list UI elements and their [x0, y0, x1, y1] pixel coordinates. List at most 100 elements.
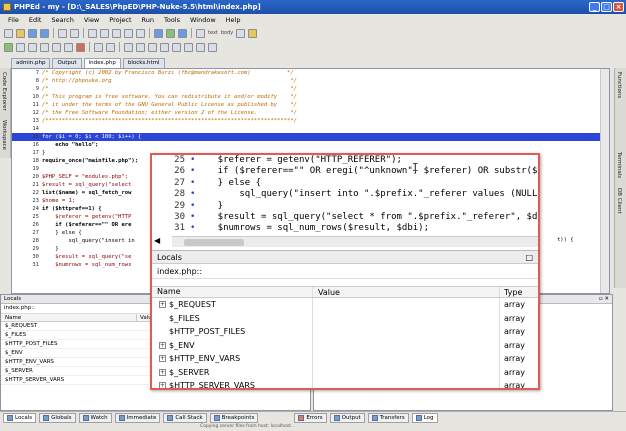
run-icon[interactable]	[4, 42, 13, 52]
menu-project[interactable]: Project	[109, 16, 131, 24]
save-all-icon[interactable]	[40, 28, 49, 38]
btab-transfers[interactable]: Transfers	[367, 412, 409, 423]
step-out-icon[interactable]	[64, 42, 73, 52]
expand-icon[interactable]: +	[159, 341, 166, 349]
popup-hscrollbar[interactable]	[172, 236, 538, 247]
minimize-button[interactable]: _	[589, 2, 600, 12]
code-line[interactable]: 15 for ($i = 0; $i < 100; $i++) {	[12, 133, 609, 141]
tab-admin-php[interactable]: admin.php	[11, 58, 51, 68]
popup-code-line[interactable]: 27 • } else {	[152, 178, 538, 189]
scroll-left-icon[interactable]: ◀	[154, 236, 160, 245]
col-name[interactable]: Name	[1, 314, 136, 321]
breakpoint-icon[interactable]	[76, 42, 85, 52]
terminals-tab[interactable]: Terminals	[616, 152, 622, 178]
indent-icon[interactable]	[124, 42, 133, 52]
code-line[interactable]: 9/* */	[12, 85, 609, 93]
grid-icon[interactable]	[172, 42, 181, 52]
menu-file[interactable]: File	[8, 16, 19, 24]
popup-code-line[interactable]: 29 • }	[152, 201, 538, 212]
expand-icon[interactable]: +	[159, 355, 166, 363]
tab-output[interactable]: Output	[52, 58, 82, 68]
locals-row[interactable]: + $_REQUEST array	[152, 298, 538, 312]
locals-row[interactable]: + $HTTP_SERVER_VARS array	[152, 379, 538, 388]
new-file-icon[interactable]	[4, 28, 13, 38]
maximize-button[interactable]: □	[601, 2, 612, 12]
terminal-icon[interactable]	[208, 42, 217, 52]
back-icon[interactable]	[94, 42, 103, 52]
step-over-icon[interactable]	[52, 42, 61, 52]
code-line[interactable]: 11/* it under the terms of the GNU Gener…	[12, 101, 609, 109]
popup-restore-icon[interactable]: □	[525, 251, 538, 263]
locals-row[interactable]: + $_SERVER array	[152, 365, 538, 379]
close-button[interactable]: ×	[613, 2, 624, 12]
code-explorer-tab[interactable]: Code Explorer	[1, 72, 7, 111]
menu-search[interactable]: Search	[51, 16, 73, 24]
popup-code-line[interactable]: 28 • sql_query("insert into ".$prefix."_r…	[152, 189, 538, 200]
code-line[interactable]: 14	[12, 125, 609, 133]
open-icon[interactable]	[16, 28, 25, 38]
menu-run[interactable]: Run	[142, 16, 154, 24]
panel-pin-icon[interactable]: ▫ ✕	[599, 295, 612, 303]
comment-icon[interactable]	[148, 42, 157, 52]
uncomment-icon[interactable]	[160, 42, 169, 52]
nav-back-icon[interactable]	[196, 28, 205, 38]
panel-icon[interactable]	[184, 42, 193, 52]
popup-code-line[interactable]: 31 • $numrows = sql_num_rows($result, $db…	[152, 223, 538, 234]
tools-icon[interactable]	[166, 28, 175, 38]
btab-errors[interactable]: Errors	[294, 412, 327, 423]
locals-row[interactable]: $HTTP_POST_FILES array	[152, 325, 538, 339]
table-icon[interactable]	[236, 28, 246, 38]
btab-breakpoints[interactable]: Breakpoints	[209, 412, 259, 423]
code-line[interactable]: 8/* http://phpnuke.org */	[12, 77, 609, 85]
btab-log[interactable]: Log	[411, 412, 438, 423]
btab-call-stack[interactable]: Call Stack	[163, 412, 207, 423]
pause-icon[interactable]	[16, 42, 25, 52]
menu-window[interactable]: Window	[190, 16, 216, 24]
find-icon[interactable]	[124, 28, 133, 38]
save-icon[interactable]	[28, 28, 37, 38]
popup-code-line[interactable]: 25 • $referer = getenv("HTTP_REFERER");	[152, 155, 538, 166]
expand-icon[interactable]: +	[159, 368, 166, 376]
popup-col-name[interactable]: Name	[152, 287, 312, 297]
expand-icon[interactable]: +	[159, 382, 166, 388]
layout-icon[interactable]	[178, 28, 187, 38]
step-into-icon[interactable]	[40, 42, 49, 52]
stop-icon[interactable]	[28, 42, 37, 52]
popup-col-value[interactable]: Value	[312, 287, 499, 297]
image-icon[interactable]	[248, 28, 258, 38]
outdent-icon[interactable]	[136, 42, 145, 52]
replace-icon[interactable]	[136, 28, 145, 38]
cut-icon[interactable]	[88, 28, 97, 38]
btab-locals[interactable]: Locals	[3, 412, 37, 423]
btab-watch[interactable]: Watch	[78, 412, 112, 423]
locals-row[interactable]: + $HTTP_ENV_VARS array	[152, 352, 538, 366]
code-line[interactable]: 13/*************************************…	[12, 117, 609, 125]
forward-icon[interactable]	[106, 42, 115, 52]
db-client-tab[interactable]: DB Client	[616, 188, 622, 214]
undo-icon[interactable]	[58, 28, 67, 38]
window-icon[interactable]	[196, 42, 205, 52]
popup-code-view[interactable]: 25 • $referer = getenv("HTTP_REFERER"); 26…	[152, 155, 538, 235]
redo-icon[interactable]	[70, 28, 79, 38]
paste-icon[interactable]	[112, 28, 121, 38]
menu-edit[interactable]: Edit	[29, 16, 42, 24]
menu-help[interactable]: Help	[226, 16, 241, 24]
popup-col-type[interactable]: Type	[499, 287, 538, 297]
tab-index-php[interactable]: index.php	[83, 58, 121, 68]
locals-row[interactable]: + $_ENV array	[152, 338, 538, 352]
btab-immediate[interactable]: Immediate	[114, 412, 161, 423]
btab-output[interactable]: Output	[329, 412, 365, 423]
popup-code-line[interactable]: 26 • if ($referer=="" OR eregi("^unknown"…	[152, 166, 538, 177]
tab-blocks-html[interactable]: blocks.html	[122, 58, 165, 68]
locals-row[interactable]: $_FILES array	[152, 311, 538, 325]
code-line[interactable]: 16 echo "hello";	[12, 141, 609, 149]
workspace-tab[interactable]: Workspace	[1, 120, 7, 150]
btab-globals[interactable]: Globals	[39, 412, 76, 423]
menu-tools[interactable]: Tools	[164, 16, 180, 24]
copy-icon[interactable]	[100, 28, 109, 38]
menu-view[interactable]: View	[84, 16, 99, 24]
code-line[interactable]: 7/* Copyright (c) 2002 by Francisco Burz…	[12, 69, 609, 77]
editor-scrollbar[interactable]	[600, 69, 609, 293]
monitor-icon[interactable]	[154, 28, 163, 38]
code-line[interactable]: 12/* the Free Software Foundation; eithe…	[12, 109, 609, 117]
